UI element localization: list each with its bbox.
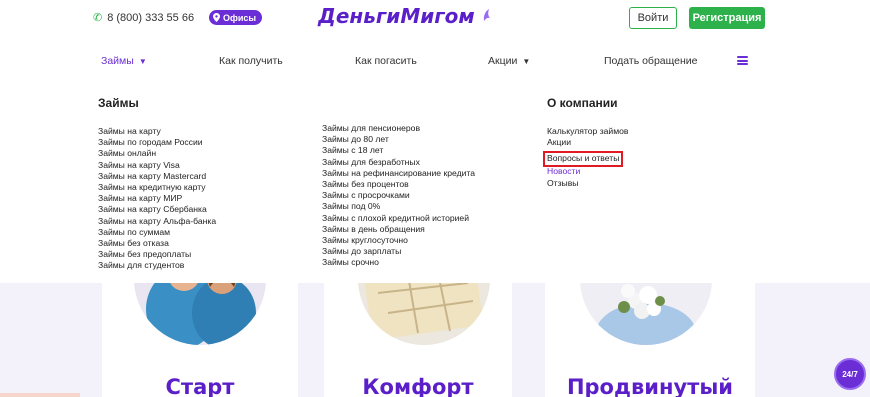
offices-label: Офисы <box>223 12 257 23</box>
register-button[interactable]: Регистрация <box>689 7 765 29</box>
menu-link[interactable]: Займы на кредитную карту <box>98 182 216 193</box>
menu-link[interactable]: Займы онлайн <box>98 148 216 159</box>
menu-link[interactable]: Займы с просрочками <box>322 190 475 201</box>
menu-link[interactable]: Займы на карту МИР <box>98 193 216 204</box>
menu-link[interactable]: Займы в день обращения <box>322 224 475 235</box>
menu-link[interactable]: Займы с плохой кредитной историей <box>322 213 475 224</box>
chat-support-button[interactable]: 24/7 <box>834 358 866 390</box>
site-logo[interactable]: Деньги Мигом <box>318 4 491 28</box>
menu-link[interactable]: Займы под 0% <box>322 201 475 212</box>
menu-column-loans-more: Займы для пенсионеров Займы до 80 лет Займ… <box>322 123 475 269</box>
nav-item-how-to-repay[interactable]: Как погасить <box>355 55 417 67</box>
tariff-card-comfort[interactable]: Комфорт <box>324 283 512 397</box>
login-button[interactable]: Войти <box>629 7 677 29</box>
menu-link[interactable]: Займы без отказа <box>98 238 216 249</box>
chevron-down-icon: ▼ <box>138 56 147 66</box>
tariff-photo-comfort <box>358 283 490 345</box>
map-pin-icon <box>213 13 220 22</box>
phone-link[interactable]: ✆ 8 (800) 333 55 66 <box>93 11 195 25</box>
menu-link[interactable]: Займы для безработных <box>322 157 475 168</box>
menu-column-title-company: О компании <box>547 96 618 110</box>
nav-item-how-to-get-label: Как получить <box>219 55 283 67</box>
menu-icon[interactable] <box>737 56 748 65</box>
menu-link[interactable]: Займы для пенсионеров <box>322 123 475 134</box>
menu-link[interactable]: Займы без предоплаты <box>98 249 216 260</box>
menu-link[interactable]: Займы с 18 лет <box>322 145 475 156</box>
logo-leaf-icon <box>483 9 490 21</box>
menu-link[interactable]: Займы до 80 лет <box>322 134 475 145</box>
tariff-photo-advanced <box>580 283 712 345</box>
tariff-photo-start <box>134 283 266 345</box>
decorative-strip <box>0 393 80 397</box>
menu-link[interactable]: Акции <box>547 137 628 148</box>
menu-link[interactable]: Займы на карту Mastercard <box>98 171 216 182</box>
menu-link[interactable]: Займы без процентов <box>322 179 475 190</box>
menu-link-faq[interactable]: Вопросы и ответы <box>542 151 624 167</box>
menu-column-loans: Займы на карту Займы по городам России Зай… <box>98 126 216 272</box>
loans-dropdown-menu: Займы Займы на карту Займы по городам Рос… <box>0 80 870 283</box>
nav-item-promotions[interactable]: Акции ▼ <box>488 55 530 67</box>
page: Старт Комфорт Продвинутый ✆ 8 (800) 333 … <box>0 0 870 397</box>
nav-item-how-to-repay-label: Как погасить <box>355 55 417 67</box>
menu-link[interactable]: Займы на карту Сбербанка <box>98 204 216 215</box>
nav-item-loans-label: Займы <box>101 55 134 67</box>
tariff-card-advanced[interactable]: Продвинутый <box>545 283 755 397</box>
menu-link[interactable]: Отзывы <box>547 178 628 189</box>
nav-item-submit-request[interactable]: Подать обращение <box>604 55 698 67</box>
nav-item-loans[interactable]: Займы ▼ <box>101 55 147 67</box>
logo-text-part1: Деньги <box>318 4 401 28</box>
tariff-card-start[interactable]: Старт <box>102 283 298 397</box>
menu-link[interactable]: Калькулятор займов <box>547 126 628 137</box>
tariff-title-start: Старт <box>165 375 235 397</box>
menu-link[interactable]: Займы до зарплаты <box>322 246 475 257</box>
nav-item-how-to-get[interactable]: Как получить <box>219 55 283 67</box>
menu-link[interactable]: Займы по суммам <box>98 227 216 238</box>
phone-number: 8 (800) 333 55 66 <box>107 11 195 24</box>
tariff-title-advanced: Продвинутый <box>566 375 734 397</box>
menu-link[interactable]: Займы срочно <box>322 257 475 268</box>
offices-button[interactable]: Офисы <box>209 10 263 25</box>
menu-link[interactable]: Займы круглосуточно <box>322 235 475 246</box>
menu-link[interactable]: Займы для студентов <box>98 260 216 271</box>
menu-column-title-loans: Займы <box>98 96 139 110</box>
menu-link[interactable]: Займы на карту Visa <box>98 160 216 171</box>
chat-label: 24/7 <box>842 369 858 379</box>
chevron-down-icon: ▼ <box>522 56 531 66</box>
tariff-title-comfort: Комфорт <box>362 375 474 397</box>
menu-link[interactable]: Займы на карту Альфа-банка <box>98 216 216 227</box>
menu-link[interactable]: Займы по городам России <box>98 137 216 148</box>
menu-link[interactable]: Займы на карту <box>98 126 216 137</box>
menu-link[interactable]: Новости <box>547 166 628 177</box>
header: ✆ 8 (800) 333 55 66 Офисы Деньги Мигом Во… <box>0 0 870 36</box>
logo-text-part2: Мигом <box>400 4 475 28</box>
menu-link[interactable]: Займы на рефинансирование кредита <box>322 168 475 179</box>
menu-column-company: Калькулятор займов Акции Вопросы и ответы Н… <box>542 126 628 189</box>
nav-item-submit-request-label: Подать обращение <box>604 55 698 67</box>
nav-item-promotions-label: Акции <box>488 55 518 67</box>
phone-icon: ✆ <box>93 12 103 24</box>
